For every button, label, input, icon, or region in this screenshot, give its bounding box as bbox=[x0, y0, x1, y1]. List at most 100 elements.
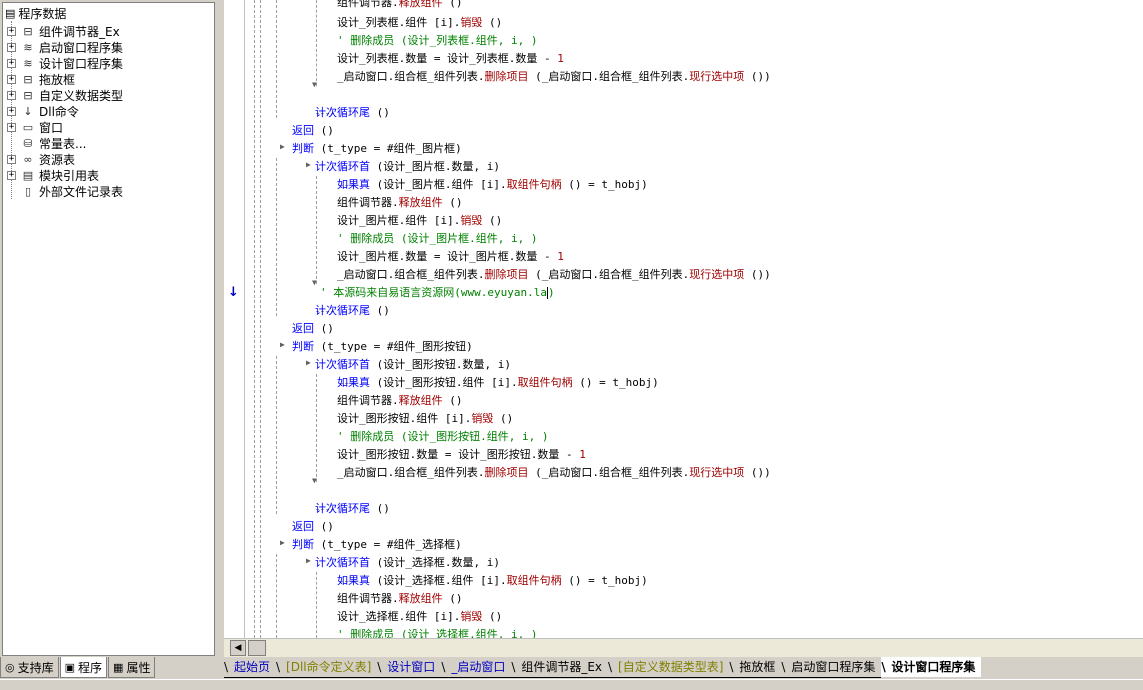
document-tabs: 起始页 [Dll命令定义表] 设计窗口 _启动窗口 组件调节器_Ex [自定义数… bbox=[224, 657, 1143, 679]
tab-dll-table[interactable]: [Dll命令定义表] bbox=[276, 657, 378, 678]
window-icon: ▭ bbox=[22, 120, 34, 134]
code-line[interactable]: 计次循环尾 () bbox=[315, 500, 390, 518]
tree-item-design-assembly[interactable]: + ≋ 设计窗口程序集 bbox=[7, 55, 123, 71]
scroll-thumb[interactable] bbox=[248, 640, 266, 656]
tab-custom-types[interactable]: [自定义数据类型表] bbox=[608, 657, 730, 678]
flow-guide bbox=[260, 0, 261, 638]
tree-item-windows[interactable]: + ▭ 窗口 bbox=[7, 119, 63, 135]
expand-icon[interactable]: + bbox=[7, 170, 16, 180]
code-line[interactable]: 判断 (t_type = #组件_图片框) bbox=[292, 140, 462, 158]
tab-component-adjuster[interactable]: 组件调节器_Ex bbox=[511, 657, 609, 678]
tree-item-module-refs[interactable]: + ▤ 模块引用表 bbox=[7, 167, 99, 183]
tree-item-dll-commands[interactable]: + ↓ Dll命令 bbox=[7, 103, 79, 119]
code-line[interactable]: 如果真 (设计_图形按钮.组件 [i].取组件句柄 () = t_hobj) bbox=[337, 374, 659, 392]
code-area[interactable]: ▼ ▼ ▼ ▶ ▶ ▶ ▶ ▶ ▶ 组件调节器.释放组件 () 设计_列表框.组… bbox=[246, 0, 1143, 638]
expand-icon[interactable]: + bbox=[7, 106, 16, 116]
code-line[interactable]: 判断 (t_type = #组件_图形按钮) bbox=[292, 338, 473, 356]
code-line[interactable]: 组件调节器.释放组件 () bbox=[337, 0, 463, 12]
code-line[interactable]: 返回 () bbox=[292, 122, 334, 140]
tree-item-label: 拖放框 bbox=[39, 72, 76, 87]
code-line[interactable]: 计次循环尾 () bbox=[315, 104, 390, 122]
current-line-arrow-icon: ↓ bbox=[228, 285, 239, 300]
code-comment[interactable]: ' 删除成员 (设计_图片框.组件, i, ) bbox=[337, 230, 537, 248]
code-editor[interactable]: ↓ ▼ ▼ ▼ ▶ ▶ ▶ ▶ ▶ ▶ 组件调节器.释放组件 () 设计_列表框… bbox=[224, 0, 1143, 638]
program-icon: ▣ bbox=[64, 660, 76, 674]
code-line[interactable]: 设计_列表框.数量 = 设计_列表框.数量 - 1 bbox=[337, 50, 564, 68]
tab-support-library[interactable]: ◎ 支持库 bbox=[0, 657, 59, 678]
code-comment[interactable]: ' 本源码来自易语言资源网(www.eyuyan.la) bbox=[320, 284, 555, 302]
code-line[interactable]: 计次循环首 (设计_选择框.数量, i) bbox=[315, 554, 500, 572]
code-line[interactable]: 设计_选择框.组件 [i].销毁 () bbox=[337, 608, 502, 626]
tree-item-resources[interactable]: + ∞ 资源表 bbox=[7, 151, 75, 167]
tree-item-drag-box[interactable]: + ⊟ 拖放框 bbox=[7, 71, 75, 87]
tab-design-window[interactable]: 设计窗口 bbox=[377, 657, 442, 678]
code-line[interactable]: 设计_图形按钮.组件 [i].销毁 () bbox=[337, 410, 513, 428]
code-line[interactable]: 组件调节器.释放组件 () bbox=[337, 194, 463, 212]
constant-icon: ⛁ bbox=[23, 136, 33, 150]
code-line[interactable]: 设计_列表框.组件 [i].销毁 () bbox=[337, 14, 502, 32]
code-comment[interactable]: ' 删除成员 (设计_图形按钮.组件, i, ) bbox=[337, 428, 548, 446]
expand-icon[interactable]: + bbox=[7, 90, 16, 100]
tree-item-label: 模块引用表 bbox=[39, 168, 100, 183]
code-line[interactable]: 如果真 (设计_图片框.组件 [i].取组件句柄 () = t_hobj) bbox=[337, 176, 648, 194]
tab-label: 支持库 bbox=[17, 660, 54, 675]
tab-startup-window[interactable]: _启动窗口 bbox=[441, 657, 512, 678]
code-line[interactable]: 设计_图形按钮.数量 = 设计_图形按钮.数量 - 1 bbox=[337, 446, 586, 464]
tab-design-assembly[interactable]: 设计窗口程序集 bbox=[881, 657, 982, 677]
tab-program[interactable]: ▣ 程序 bbox=[59, 657, 108, 678]
flow-guide bbox=[316, 374, 317, 482]
tree-item-startup-assembly[interactable]: + ≋ 启动窗口程序集 bbox=[7, 39, 123, 55]
tree-item-external-files[interactable]: ▯ 外部文件记录表 bbox=[7, 183, 123, 199]
expand-icon[interactable]: + bbox=[7, 26, 16, 36]
code-line[interactable]: _启动窗口.组合框_组件列表.删除项目 (_启动窗口.组合框_组件列表.现行选中… bbox=[337, 464, 771, 482]
tab-drag-box[interactable]: 拖放框 bbox=[729, 657, 782, 678]
code-line[interactable]: 组件调节器.释放组件 () bbox=[337, 392, 463, 410]
tab-startup-assembly[interactable]: 启动窗口程序集 bbox=[781, 657, 882, 678]
tree-item-label: 组件调节器_Ex bbox=[39, 24, 120, 39]
flow-guide bbox=[316, 572, 317, 638]
code-line[interactable]: 返回 () bbox=[292, 518, 334, 536]
tree-item-label: 窗口 bbox=[39, 120, 64, 135]
status-bar bbox=[0, 679, 1143, 690]
code-line[interactable]: 组件调节器.释放组件 () bbox=[337, 590, 463, 608]
left-panel-tabs: ◎ 支持库 ▣ 程序 ▦ 属性 bbox=[0, 657, 221, 679]
code-line[interactable]: 如果真 (设计_选择框.组件 [i].取组件句柄 () = t_hobj) bbox=[337, 572, 648, 590]
expand-icon[interactable]: + bbox=[7, 42, 16, 52]
scroll-left-button[interactable]: ◀ bbox=[230, 640, 246, 656]
class-module-icon: ⊟ bbox=[23, 88, 33, 102]
assembly-icon: ≋ bbox=[23, 56, 33, 70]
tree-item-label: 启动窗口程序集 bbox=[39, 40, 124, 55]
tree-item-component-adjuster[interactable]: + ⊟ 组件调节器_Ex bbox=[7, 23, 120, 39]
code-line[interactable]: 设计_图片框.组件 [i].销毁 () bbox=[337, 212, 502, 230]
code-line[interactable]: _启动窗口.组合框_组件列表.删除项目 (_启动窗口.组合框_组件列表.现行选中… bbox=[337, 266, 771, 284]
expand-icon[interactable]: + bbox=[7, 58, 16, 68]
code-line[interactable]: 计次循环尾 () bbox=[315, 302, 390, 320]
editor-gutter: ↓ bbox=[224, 0, 245, 638]
tree-item-custom-types[interactable]: + ⊟ 自定义数据类型 bbox=[7, 87, 123, 103]
expand-icon[interactable]: + bbox=[7, 154, 16, 164]
code-line[interactable]: 返回 () bbox=[292, 320, 334, 338]
code-comment[interactable]: ' 删除成员 (设计_列表框.组件, i, ) bbox=[337, 32, 537, 50]
flow-arrow-icon: ▶ bbox=[280, 538, 285, 547]
expand-icon[interactable]: + bbox=[7, 74, 16, 84]
dll-icon: ↓ bbox=[23, 104, 33, 118]
tree-root[interactable]: ▤ 程序数据 bbox=[5, 5, 66, 21]
properties-icon: ▦ bbox=[113, 660, 124, 674]
code-line[interactable]: 设计_图片框.数量 = 设计_图片框.数量 - 1 bbox=[337, 248, 564, 266]
code-line[interactable]: _启动窗口.组合框_组件列表.删除项目 (_启动窗口.组合框_组件列表.现行选中… bbox=[337, 68, 771, 86]
code-line[interactable]: 计次循环首 (设计_图片框.数量, i) bbox=[315, 158, 500, 176]
horizontal-scrollbar[interactable]: ◀ bbox=[224, 638, 1143, 658]
tab-label: 属性 bbox=[126, 660, 151, 675]
class-module-icon: ⊟ bbox=[23, 72, 33, 86]
program-tree[interactable]: ▤ 程序数据 + ⊟ 组件调节器_Ex + ≋ 启动窗口程序集 + ≋ 设计窗口… bbox=[2, 2, 215, 656]
tab-properties[interactable]: ▦ 属性 bbox=[108, 657, 156, 678]
tree-item-constants[interactable]: ⛁ 常量表... bbox=[7, 135, 86, 151]
program-data-icon: ▤ bbox=[5, 6, 16, 20]
expand-icon[interactable]: + bbox=[7, 122, 16, 132]
code-comment[interactable]: ' 删除成员 (设计_选择框.组件, i, ) bbox=[337, 626, 537, 638]
left-panel: ▤ 程序数据 + ⊟ 组件调节器_Ex + ≋ 启动窗口程序集 + ≋ 设计窗口… bbox=[0, 0, 221, 689]
tab-start-page[interactable]: 起始页 bbox=[224, 657, 277, 678]
flow-arrow-icon: ▼ bbox=[312, 476, 317, 485]
code-line[interactable]: 判断 (t_type = #组件_选择框) bbox=[292, 536, 462, 554]
code-line[interactable]: 计次循环首 (设计_图形按钮.数量, i) bbox=[315, 356, 511, 374]
